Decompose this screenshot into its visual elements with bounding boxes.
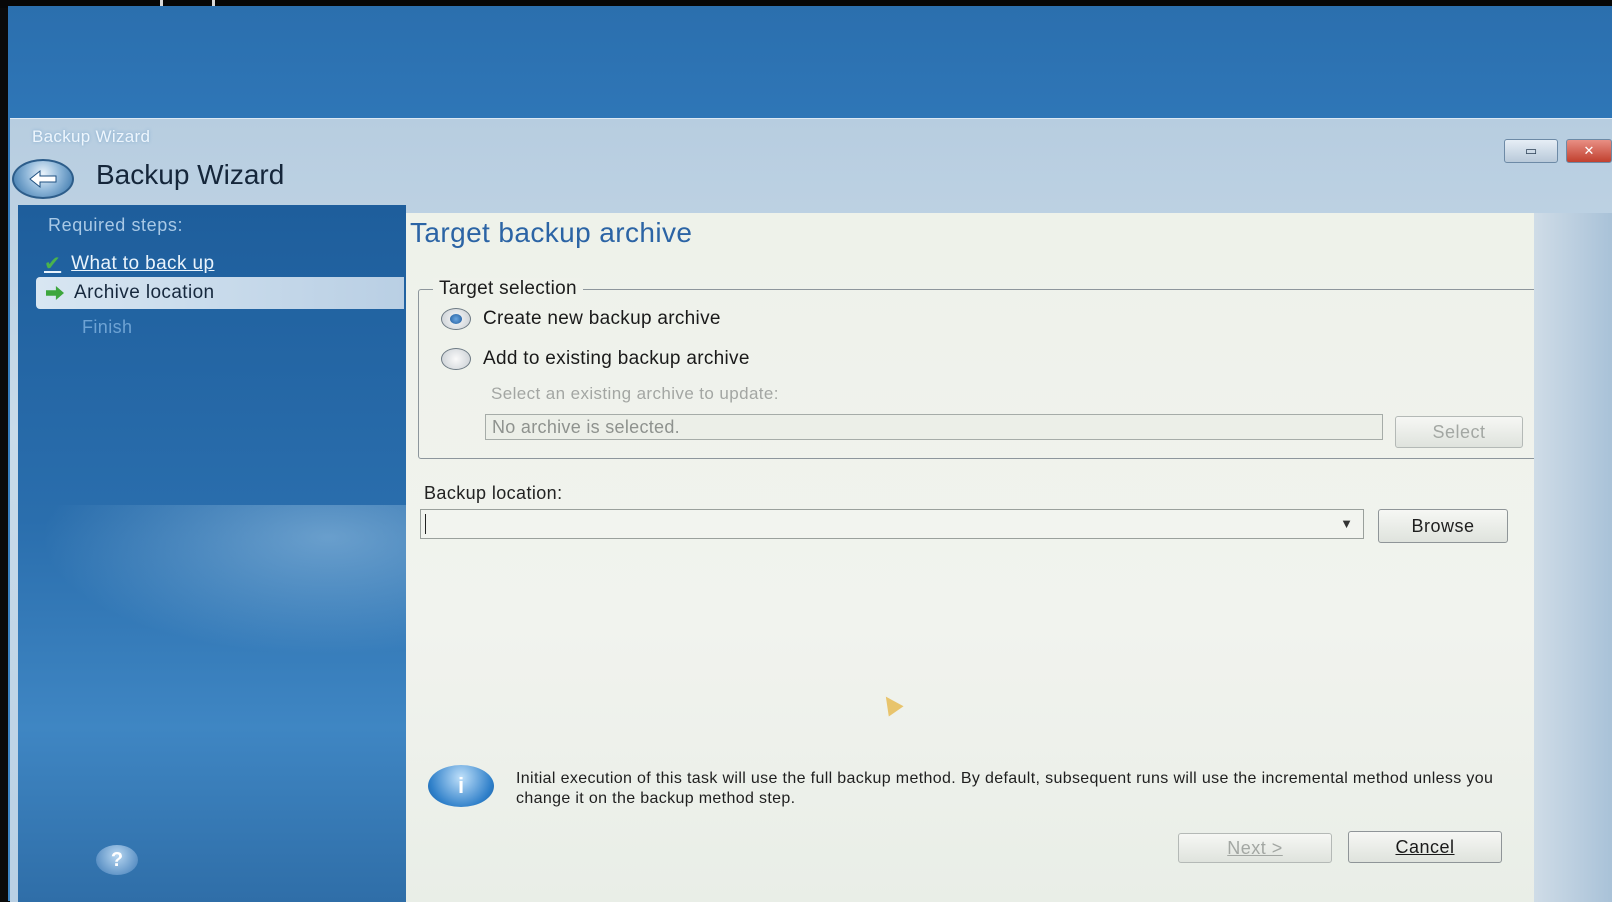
browse-button[interactable]: Browse	[1378, 509, 1508, 543]
window-controls: ▭ ✕	[1504, 139, 1612, 165]
help-icon[interactable]: ?	[96, 845, 138, 875]
info-message: Initial execution of this task will use …	[516, 770, 1494, 807]
step-what-to-back-up[interactable]: ✔ What to back up	[44, 251, 214, 276]
cancel-button[interactable]: Cancel	[1348, 831, 1502, 863]
backup-location-label: Backup location:	[424, 483, 563, 503]
back-button[interactable]	[12, 159, 74, 199]
existing-archive-hint: Select an existing archive to update:	[491, 384, 779, 403]
radio-unselected[interactable]	[441, 348, 471, 370]
option-label: Create new backup archive	[483, 308, 721, 329]
step-label: Finish	[82, 317, 133, 337]
step-finish: Finish	[82, 317, 132, 338]
step-label: What to back up	[71, 252, 215, 274]
target-selection-legend: Target selection	[433, 278, 583, 300]
app-title: Backup Wizard	[96, 159, 285, 190]
wizard-window: Backup Wizard ▭ ✕ Backup Wizard Required…	[10, 118, 1612, 902]
mouse-cursor-icon	[878, 691, 904, 717]
sidebar-heading: Required steps:	[48, 215, 184, 235]
existing-archive-field: No archive is selected.	[485, 414, 1383, 440]
target-selection-group: Target selection Create new backup archi…	[418, 278, 1538, 459]
green-arrow-icon	[46, 286, 64, 300]
steps-sidebar: Required steps: ✔ What to back up Archiv…	[18, 205, 406, 902]
text-caret	[425, 514, 426, 534]
info-icon: i	[428, 765, 494, 807]
sidebar-decoration	[18, 505, 406, 665]
radio-selected[interactable]	[441, 308, 471, 330]
add-existing-archive-option[interactable]: Add to existing backup archive	[441, 348, 750, 370]
close-button[interactable]: ✕	[1566, 139, 1612, 163]
step-archive-location[interactable]: Archive location	[36, 277, 404, 309]
window-caption: Backup Wizard	[32, 127, 151, 146]
page-title: Target backup archive	[410, 217, 693, 248]
cancel-label: Cancel	[1395, 836, 1455, 857]
restore-button[interactable]: ▭	[1504, 139, 1558, 163]
next-label: Next >	[1227, 837, 1283, 858]
step-label: Archive location	[74, 282, 215, 303]
back-arrow-icon	[29, 169, 57, 189]
restore-icon: ▭	[1524, 143, 1538, 158]
create-new-archive-option[interactable]: Create new backup archive	[441, 308, 721, 330]
next-button[interactable]: Next >	[1178, 833, 1332, 863]
wizard-content: Target backup archive Target selection C…	[406, 213, 1538, 902]
backup-location-combobox[interactable]: ▼	[420, 509, 1364, 539]
chevron-down-icon[interactable]: ▼	[1340, 516, 1353, 531]
option-label: Add to existing backup archive	[483, 348, 750, 369]
window-right-edge	[1534, 213, 1612, 902]
select-button[interactable]: Select	[1395, 416, 1523, 448]
close-icon: ✕	[1583, 143, 1595, 158]
checkmark-icon: ✔	[44, 253, 62, 275]
